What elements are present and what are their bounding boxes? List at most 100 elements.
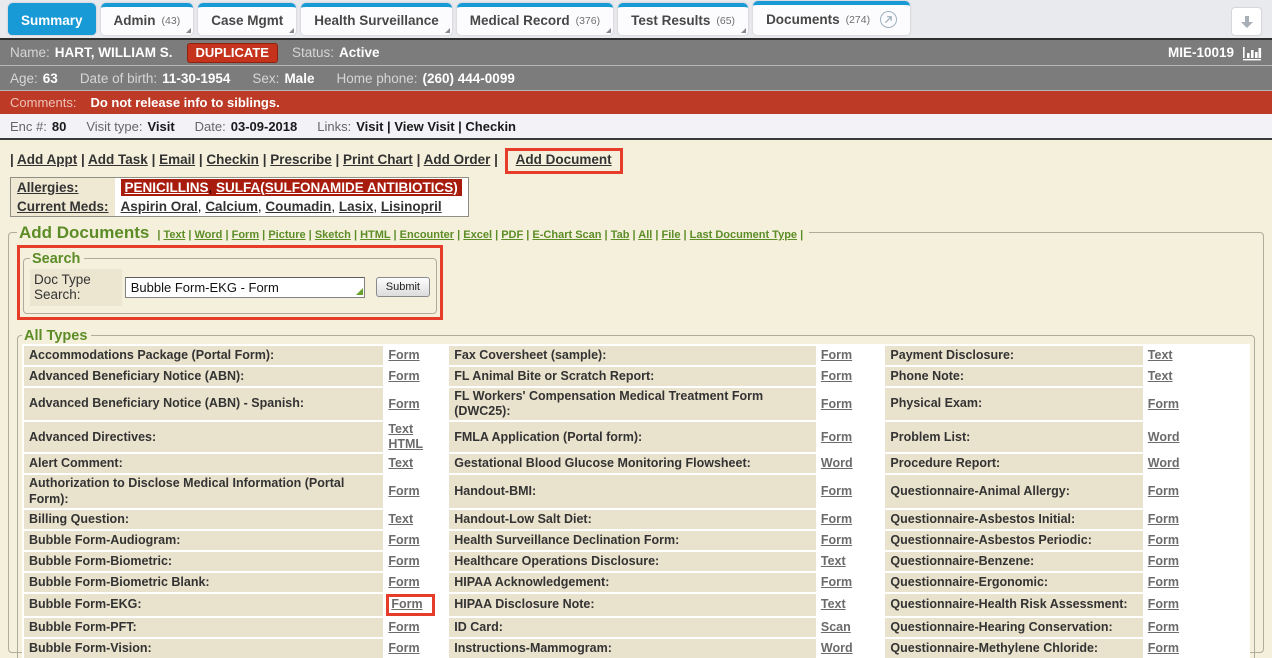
med-coumadin[interactable]: Coumadin	[265, 199, 331, 214]
create-doc-link-hipaa-disclosure-note-text[interactable]: Text	[821, 597, 846, 612]
doc-type-toolbar-last-document-type[interactable]: Last Document Type	[690, 229, 797, 241]
create-doc-link-advanced-directives-html[interactable]: HTML	[388, 437, 444, 452]
allergy-sulfa-sulfonamide-antibiotics[interactable]: SULFA(SULFONAMIDE ANTIBIOTICS)	[216, 180, 458, 195]
quick-link-checkin[interactable]: Checkin	[206, 152, 259, 167]
create-doc-link-payment-disclosure-text[interactable]: Text	[1148, 348, 1173, 363]
doc-type-toolbar-picture[interactable]: Picture	[268, 229, 305, 241]
allergy-penicillins[interactable]: PENICILLINS	[125, 180, 209, 195]
create-doc-link-advanced-beneficiary-notice-abn-spanish-form[interactable]: Form	[388, 397, 419, 412]
encounter-link-visit[interactable]: Visit	[356, 119, 383, 134]
doc-type-toolbar-html[interactable]: HTML	[360, 229, 390, 241]
doc-type-label: Questionnaire-Health Risk Assessment:	[885, 594, 1142, 616]
chart-stats-icon[interactable]	[1242, 45, 1262, 61]
create-doc-link-handout-low-salt-diet-form[interactable]: Form	[821, 512, 852, 527]
create-doc-link-questionnaire-hearing-conservation-form[interactable]: Form	[1148, 620, 1179, 635]
quick-link-add-task[interactable]: Add Task	[88, 152, 148, 167]
current-meds-link[interactable]: Current Meds:	[17, 199, 109, 214]
create-doc-link-fmla-application-portal-form-form[interactable]: Form	[821, 430, 852, 445]
create-doc-link-gestational-blood-glucose-monitoring-flowsheet-word[interactable]: Word	[821, 456, 853, 471]
doc-type-toolbar-tab[interactable]: Tab	[611, 229, 630, 241]
create-doc-link-questionnaire-ergonomic-form[interactable]: Form	[1148, 575, 1179, 590]
create-doc-link-authorization-to-disclose-medical-information-portal-form-form[interactable]: Form	[388, 484, 419, 499]
create-doc-link-healthcare-operations-disclosure-text[interactable]: Text	[821, 554, 846, 569]
sex-value: Male	[284, 71, 314, 86]
create-doc-link-phone-note-text[interactable]: Text	[1148, 369, 1173, 384]
create-doc-link-health-surveillance-declination-form-form[interactable]: Form	[821, 533, 852, 548]
collapse-header-button[interactable]	[1231, 7, 1262, 36]
create-doc-link-alert-comment-text[interactable]: Text	[388, 456, 413, 471]
status-value: Active	[339, 45, 380, 60]
doc-type-toolbar-pdf[interactable]: PDF	[501, 229, 523, 241]
create-doc-link-instructions-mammogram-word[interactable]: Word	[821, 641, 853, 656]
med-aspirin-oral[interactable]: Aspirin Oral	[121, 199, 198, 214]
create-doc-link-id-card-scan[interactable]: Scan	[821, 620, 851, 635]
create-doc-link-fax-coversheet-sample-form[interactable]: Form	[821, 348, 852, 363]
external-link-icon[interactable]	[880, 11, 897, 28]
create-doc-link-bubble-form-audiogram-form[interactable]: Form	[388, 533, 419, 548]
allergies-link[interactable]: Allergies:	[17, 180, 79, 195]
doc-type-toolbar-file[interactable]: File	[662, 229, 681, 241]
doc-type-toolbar-word[interactable]: Word	[195, 229, 223, 241]
tab-case-mgmt[interactable]: Case Mgmt	[198, 3, 296, 35]
doc-type-link-cell: Form	[1145, 531, 1248, 550]
create-doc-link-bubble-form-biometric-form[interactable]: Form	[388, 554, 419, 569]
quick-link-email[interactable]: Email	[159, 152, 195, 167]
doc-type-toolbar-form[interactable]: Form	[232, 229, 260, 241]
tab-health-surveillance[interactable]: Health Surveillance	[301, 3, 452, 35]
create-doc-link-fl-workers-compensation-medical-treatment-form-dwc25-form[interactable]: Form	[821, 397, 852, 412]
create-doc-link-questionnaire-asbestos-periodic-form[interactable]: Form	[1148, 533, 1179, 548]
tab-documents[interactable]: Documents(274)	[753, 1, 910, 35]
create-doc-link-advanced-directives-text[interactable]: Text	[388, 422, 444, 437]
encounter-link-view-visit[interactable]: View Visit	[394, 119, 454, 134]
doc-type-toolbar-encounter[interactable]: Encounter	[400, 229, 454, 241]
tab-count: (65)	[716, 15, 735, 27]
tab-label: Test Results	[631, 13, 710, 28]
doc-type-link-cell: Text	[818, 594, 884, 616]
doc-type-toolbar-e-chart-scan[interactable]: E-Chart Scan	[532, 229, 601, 241]
create-doc-link-questionnaire-animal-allergy-form[interactable]: Form	[1148, 484, 1179, 499]
create-doc-link-questionnaire-benzene-form[interactable]: Form	[1148, 554, 1179, 569]
create-doc-link-bubble-form-ekg-form[interactable]: Form	[391, 597, 422, 612]
quick-link-add-document[interactable]: Add Document	[516, 152, 612, 167]
med-calcium[interactable]: Calcium	[205, 199, 258, 214]
doc-type-toolbar-all[interactable]: All	[638, 229, 652, 241]
create-doc-link-procedure-report-word[interactable]: Word	[1148, 456, 1180, 471]
create-doc-link-questionnaire-health-risk-assessment-form[interactable]: Form	[1148, 597, 1179, 612]
create-doc-link-questionnaire-methylene-chloride-form[interactable]: Form	[1148, 641, 1179, 656]
med-lisinopril[interactable]: Lisinopril	[381, 199, 442, 214]
create-doc-link-advanced-beneficiary-notice-abn-form[interactable]: Form	[388, 369, 419, 384]
create-doc-link-questionnaire-asbestos-initial-form[interactable]: Form	[1148, 512, 1179, 527]
quick-link-add-appt[interactable]: Add Appt	[17, 152, 77, 167]
create-doc-link-billing-question-text[interactable]: Text	[388, 512, 413, 527]
doc-type-toolbar-sketch[interactable]: Sketch	[315, 229, 351, 241]
doc-type-label: Fax Coversheet (sample):	[449, 346, 816, 365]
create-doc-link-handout-bmi-form[interactable]: Form	[821, 484, 852, 499]
doc-type-link-cell: Form	[818, 475, 884, 508]
doc-type-toolbar-excel[interactable]: Excel	[463, 229, 492, 241]
tab-list: SummaryAdmin(43)Case MgmtHealth Surveill…	[8, 1, 910, 38]
med-lasix[interactable]: Lasix	[339, 199, 374, 214]
encounter-link-checkin[interactable]: Checkin	[465, 119, 516, 134]
tab-admin[interactable]: Admin(43)	[101, 3, 194, 35]
create-doc-link-bubble-form-vision-form[interactable]: Form	[388, 641, 419, 656]
create-doc-link-fl-animal-bite-or-scratch-report-form[interactable]: Form	[821, 369, 852, 384]
doc-type-toolbar-text[interactable]: Text	[163, 229, 185, 241]
doc-type-search-input[interactable]	[125, 277, 365, 298]
tab-summary[interactable]: Summary	[8, 3, 96, 35]
create-doc-link-hipaa-acknowledgement-form[interactable]: Form	[821, 575, 852, 590]
tab-medical-record[interactable]: Medical Record(376)	[457, 3, 613, 35]
create-doc-link-bubble-form-pft-form[interactable]: Form	[388, 620, 419, 635]
dob-value: 11-30-1954	[162, 71, 230, 86]
create-doc-link-bubble-form-biometric-blank-form[interactable]: Form	[388, 575, 419, 590]
search-submit-button[interactable]: Submit	[376, 277, 430, 297]
doc-type-label: Billing Question:	[24, 510, 383, 529]
quick-link-add-order[interactable]: Add Order	[424, 152, 491, 167]
all-types-legend: All Types	[22, 328, 91, 344]
quick-link-prescribe[interactable]: Prescribe	[270, 152, 332, 167]
create-doc-link-accommodations-package-portal-form-form[interactable]: Form	[388, 348, 419, 363]
doc-type-label: Handout-Low Salt Diet:	[449, 510, 816, 529]
quick-link-print-chart[interactable]: Print Chart	[343, 152, 413, 167]
create-doc-link-problem-list-word[interactable]: Word	[1148, 430, 1180, 445]
create-doc-link-physical-exam-form[interactable]: Form	[1148, 397, 1179, 412]
tab-test-results[interactable]: Test Results (65)	[618, 3, 748, 35]
